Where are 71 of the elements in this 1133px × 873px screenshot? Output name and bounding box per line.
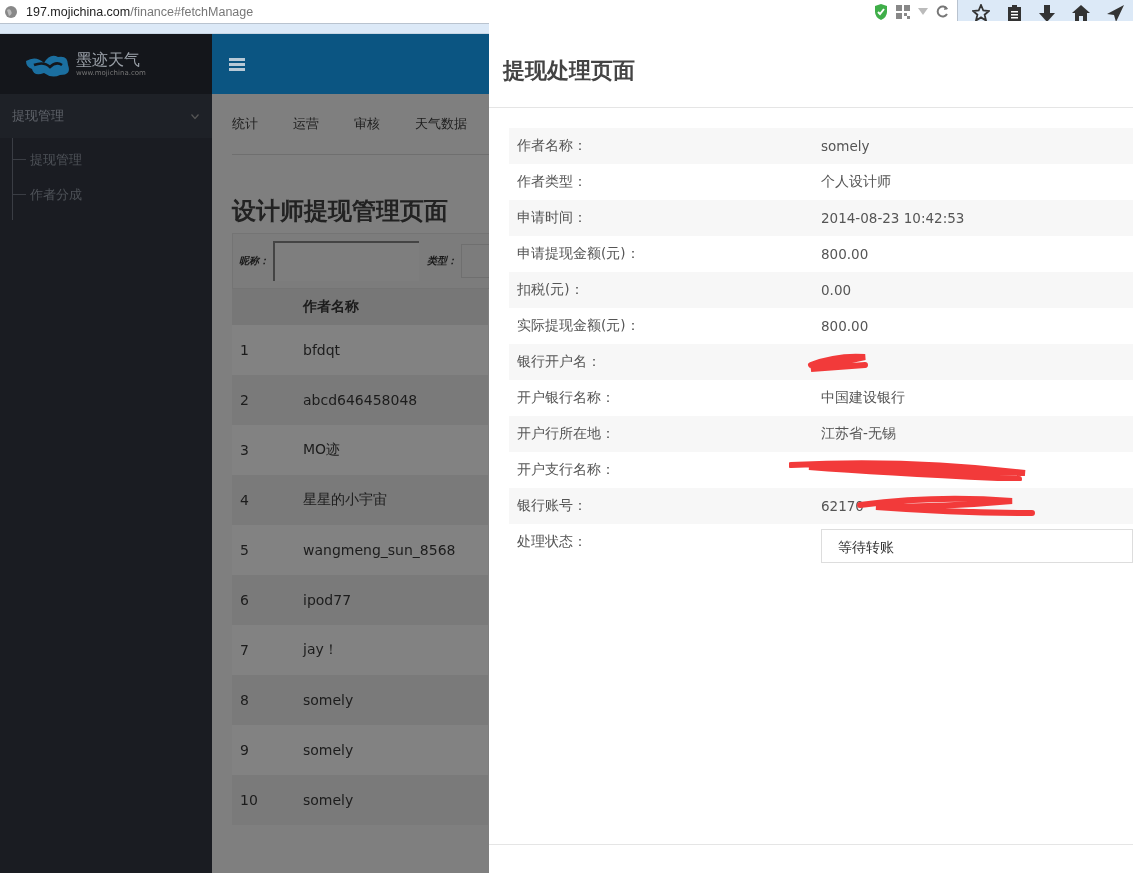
home-icon[interactable]: [1072, 5, 1090, 21]
field-label: 处理状态：: [516, 533, 588, 551]
row-number: 7: [239, 642, 250, 658]
reload-icon[interactable]: [936, 5, 949, 18]
download-icon[interactable]: [1039, 4, 1055, 22]
nav-tab[interactable]: 运营: [293, 115, 319, 133]
row-number: 10: [239, 792, 259, 808]
qr-code-icon[interactable]: [896, 4, 910, 19]
table-cell: wangmeng_sun_8568: [303, 542, 456, 558]
field-value: somely: [821, 138, 870, 154]
field-value: 江苏省-无锡: [821, 425, 896, 443]
row-number: 2: [239, 392, 250, 408]
row-number: 6: [239, 592, 250, 608]
field-label: 申请时间：: [516, 209, 588, 227]
table-cell: bfdqt: [303, 342, 341, 358]
field-label: 银行账号：: [516, 497, 588, 515]
table-cell: ipod77: [303, 592, 352, 608]
address-bar[interactable]: 197.mojichina.com/finance#fetchManage: [0, 0, 958, 24]
table-cell: abcd646458048: [303, 392, 418, 408]
globe-icon: [4, 4, 18, 19]
row-number: 4: [239, 492, 250, 508]
table-cell: 星星的小宇宙: [303, 491, 387, 509]
row-number: 5: [239, 542, 250, 558]
star-icon[interactable]: [972, 4, 990, 22]
table-cell: MO迹: [303, 441, 341, 459]
logo-name: 墨迹天气: [76, 51, 141, 69]
menu-icon[interactable]: [229, 57, 245, 71]
clipboard-icon[interactable]: [1007, 4, 1022, 22]
field-label: 开户行所在地：: [516, 425, 616, 443]
row-number: 3: [239, 442, 250, 458]
table-cell: somely: [303, 792, 354, 808]
field-label: 开户支行名称：: [516, 461, 616, 479]
nav-tab[interactable]: 天气数据: [415, 115, 467, 133]
table-row[interactable]: 2 abcd646458048: [232, 375, 488, 425]
send-icon[interactable]: [1107, 4, 1124, 22]
table-row[interactable]: 10 somely: [232, 775, 488, 825]
status-select[interactable]: 等待转账: [821, 529, 1133, 563]
column-header: 作者名称: [303, 298, 359, 316]
table-cell: somely: [303, 742, 354, 758]
field-value: 800.00: [821, 318, 869, 334]
table-cell: somely: [303, 692, 354, 708]
dialog-title: 提现处理页面: [489, 21, 1133, 108]
table-cell: jay！: [303, 641, 338, 659]
field-label: 作者类型：: [516, 173, 588, 191]
chevron-icon: [190, 113, 200, 119]
field-label: 开户银行名称：: [516, 389, 616, 407]
shield-icon[interactable]: [874, 3, 888, 20]
redaction-scribble: [807, 351, 869, 373]
field-label: 申请提现金额(元)：: [516, 245, 641, 263]
table-row[interactable]: 8 somely: [232, 675, 488, 725]
field-label: 银行开户名：: [516, 353, 602, 371]
row-number: 1: [239, 342, 250, 358]
field-label: 扣税(元)：: [516, 281, 585, 299]
field-value: 中国建设银行: [821, 389, 905, 407]
field-value: 个人设计师: [821, 173, 891, 191]
url-text: 197.mojichina.com/finance#fetchManage: [26, 4, 254, 19]
table-row[interactable]: 6 ipod77: [232, 575, 488, 625]
field-label: 作者名称：: [516, 137, 588, 155]
field-value: 2014-08-23 10:42:53: [821, 210, 965, 226]
table-row[interactable]: 4 星星的小宇宙: [232, 475, 488, 525]
nav-tab[interactable]: 审核: [354, 115, 380, 133]
filter-label: 昵称：: [239, 254, 269, 268]
row-number: 8: [239, 692, 250, 708]
field-label: 实际提现金额(元)：: [516, 317, 641, 335]
field-value: 0.00: [821, 282, 852, 298]
filter-label: 类型：: [427, 254, 457, 268]
sidebar-item[interactable]: 提现管理: [0, 94, 212, 138]
row-number: 9: [239, 742, 250, 758]
field-value: 800.00: [821, 246, 869, 262]
page-title: 设计师提现管理页面: [232, 196, 448, 227]
nav-tab[interactable]: 统计: [232, 115, 258, 133]
